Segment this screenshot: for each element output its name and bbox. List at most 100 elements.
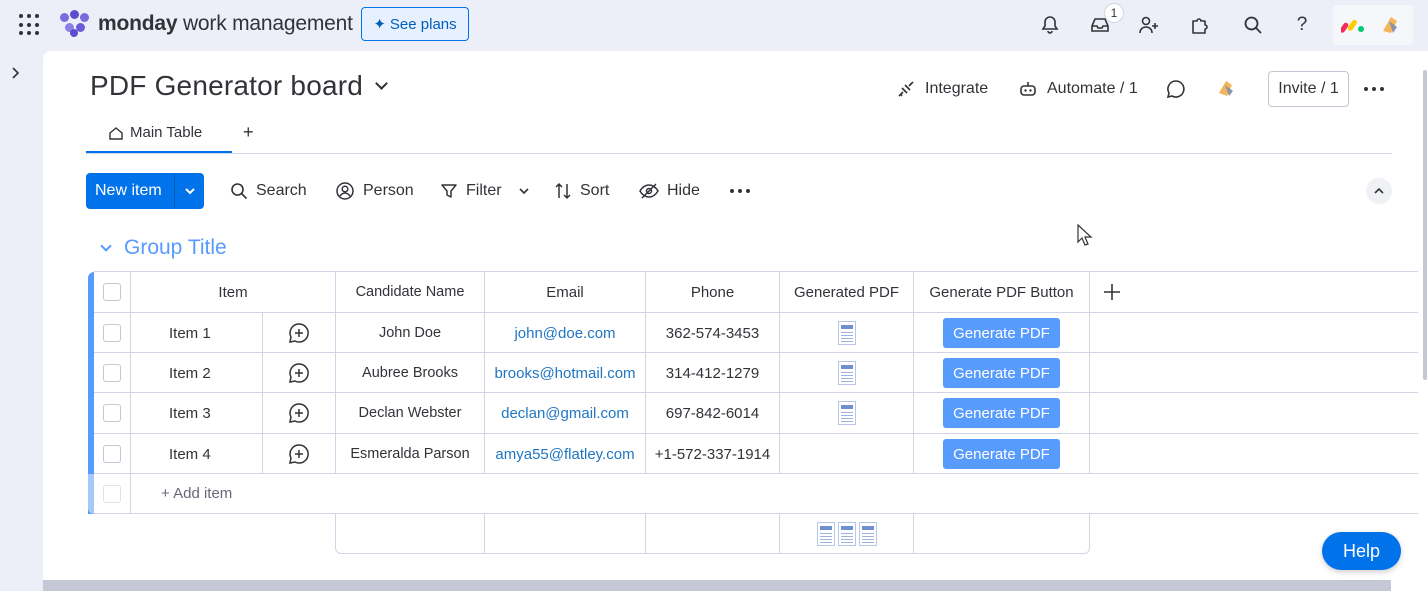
generate-pdf-button[interactable]: Generate PDF [943,439,1060,469]
item-name-cell[interactable]: Item 4 [131,434,263,474]
sidebar-expand-button[interactable] [0,51,32,95]
pdf-file-icon[interactable] [837,361,856,385]
generate-pdf-cell: Generate PDF [914,313,1090,353]
phone-cell[interactable]: 362-574-3453 [646,313,780,353]
generate-pdf-button[interactable]: Generate PDF [943,398,1060,428]
add-update-chat-icon[interactable] [288,362,310,384]
generated-pdf-cell[interactable] [780,353,914,393]
generated-pdf-cell[interactable] [780,434,914,474]
help-question-icon[interactable]: ? [1289,12,1315,38]
row-checkbox[interactable] [103,364,121,382]
search-icon[interactable] [1240,12,1266,38]
automate-button[interactable]: Automate / 1 [1018,77,1138,101]
table-row[interactable]: Item 3 Declan Webster declan@gmail.com 697-… [94,392,1418,433]
summary-generated-pdf[interactable] [780,514,914,553]
candidate-name-cell[interactable]: Declan Webster [336,393,485,433]
candidate-name-cell[interactable]: John Doe [336,313,485,353]
group-header[interactable]: Group Title [100,236,227,260]
brand-name: monday work management [98,12,353,35]
generate-pdf-button[interactable]: Generate PDF [943,318,1060,348]
chevron-right-icon [12,67,20,79]
column-header-phone[interactable]: Phone [646,272,780,312]
add-item-input[interactable]: + Add item [131,474,232,513]
pdf-file-icon[interactable] [837,321,856,345]
toolbar-more-icon[interactable] [730,189,750,193]
apps-puzzle-icon[interactable] [1186,12,1212,38]
phone-cell[interactable]: +1-572-337-1914 [646,434,780,474]
filter-button[interactable]: Filter [440,178,530,204]
add-update-chat-icon[interactable] [288,402,310,424]
bell-icon[interactable] [1037,12,1063,38]
table-row[interactable]: Item 1 John Doe john@doe.com 362-574-3453 Ge… [94,312,1418,353]
column-header-candidate-name[interactable]: Candidate Name [336,272,485,312]
group-collapse-chevron-icon[interactable] [100,240,112,252]
item-name-cell[interactable]: Item 2 [131,353,263,393]
generated-pdf-cell[interactable] [780,393,914,433]
help-button[interactable]: Help [1322,532,1401,570]
home-icon [109,126,123,140]
add-item-checkbox [103,485,121,503]
table-row[interactable]: Item 2 Aubree Brooks brooks@hotmail.com 314… [94,352,1418,393]
see-plans-button[interactable]: ✦ See plans [361,7,469,41]
candidate-name-cell[interactable]: Aubree Brooks [336,353,485,393]
column-header-item[interactable]: Item [131,272,336,312]
chevron-down-icon[interactable] [518,187,530,195]
add-item-checkbox-cell [94,474,131,514]
search-label: Search [256,182,307,199]
phone-cell[interactable]: 697-842-6014 [646,393,780,433]
row-checkbox[interactable] [103,324,121,342]
email-cell[interactable]: john@doe.com [485,313,646,353]
email-cell[interactable]: brooks@hotmail.com [485,353,646,393]
chevron-down-icon[interactable] [375,76,388,90]
board-title[interactable]: PDF Generator board [90,70,388,102]
board-avatar[interactable] [1215,77,1239,101]
item-name-cell[interactable]: Item 3 [131,393,263,433]
add-column-button[interactable] [1090,272,1418,312]
person-filter-button[interactable]: Person [335,178,414,204]
row-checkbox[interactable] [103,404,121,422]
add-update-chat-icon[interactable] [288,322,310,344]
column-header-email[interactable]: Email [485,272,646,312]
add-update-cell[interactable] [263,353,336,393]
item-name-cell[interactable]: Item 1 [131,313,263,353]
pdf-file-icon [816,521,835,546]
email-cell[interactable]: amya55@flatley.com [485,434,646,474]
brand[interactable]: monday work management [60,10,353,38]
tab-main-table[interactable]: Main Table [108,124,202,141]
pdf-file-icon[interactable] [837,401,856,425]
updates-chat-icon[interactable] [1165,77,1187,101]
vertical-scrollbar[interactable] [1423,70,1427,380]
apps-grid-icon[interactable] [19,14,41,36]
generate-pdf-button[interactable]: Generate PDF [943,358,1060,388]
select-all-checkbox[interactable] [103,283,121,301]
horizontal-scrollbar[interactable] [43,580,1391,591]
add-update-cell[interactable] [263,393,336,433]
account-area[interactable] [1333,5,1413,45]
new-item-button[interactable]: New item [86,173,204,209]
add-view-plus-icon[interactable]: + [243,122,254,143]
search-tool-button[interactable]: Search [230,178,307,204]
group-title-text[interactable]: Group Title [124,236,227,260]
add-update-cell[interactable] [263,434,336,474]
candidate-name-cell[interactable]: Esmeralda Parson [336,434,485,474]
invite-button[interactable]: Invite / 1 [1268,71,1349,107]
board-more-options-icon[interactable] [1364,87,1384,91]
phone-cell[interactable]: 314-412-1279 [646,353,780,393]
new-item-dropdown-chevron-icon[interactable] [175,187,204,195]
invite-members-icon[interactable] [1136,12,1162,38]
column-header-generate-pdf-button[interactable]: Generate PDF Button [914,272,1090,312]
collapse-header-button[interactable] [1366,178,1392,204]
column-header-generated-pdf[interactable]: Generated PDF [780,272,914,312]
row-checkbox[interactable] [103,445,121,463]
add-update-cell[interactable] [263,313,336,353]
empty-cell [1090,353,1418,393]
hide-button[interactable]: Hide [639,178,700,204]
integrate-button[interactable]: Integrate [896,77,988,101]
generate-pdf-cell: Generate PDF [914,434,1090,474]
email-cell[interactable]: declan@gmail.com [485,393,646,433]
table-row[interactable]: Item 4 Esmeralda Parson amya55@flatley.com… [94,433,1418,474]
generated-pdf-cell[interactable] [780,313,914,353]
sort-button[interactable]: Sort [554,178,609,204]
add-update-chat-icon[interactable] [288,443,310,465]
avatar [1383,17,1397,33]
